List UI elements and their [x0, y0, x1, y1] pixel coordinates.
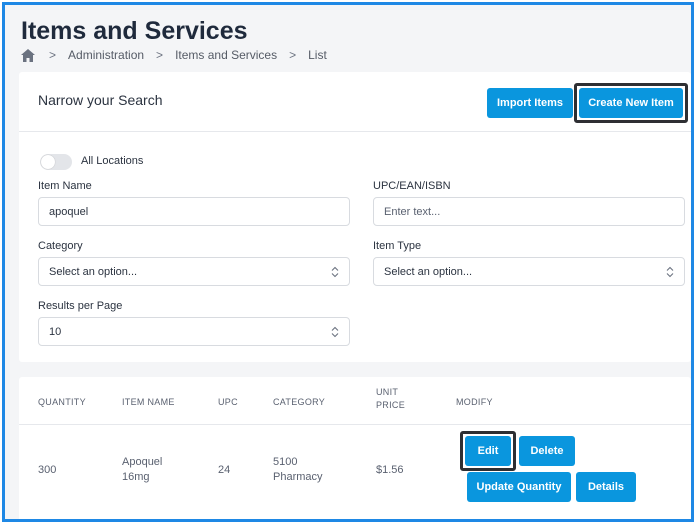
breadcrumb-separator: > — [49, 48, 57, 62]
select-chevron-icon — [331, 266, 339, 278]
details-button[interactable]: Details — [576, 472, 636, 502]
header-item-name: ITEM NAME — [122, 397, 175, 407]
all-locations-label: All Locations — [81, 155, 144, 167]
header-unit-price-line1: UNIT — [376, 387, 399, 397]
item-name-input[interactable]: apoquel — [38, 197, 350, 226]
header-upc: UPC — [218, 397, 238, 407]
cell-category-line2: Pharmacy — [273, 471, 323, 483]
update-quantity-button[interactable]: Update Quantity — [467, 472, 571, 502]
breadcrumb-item-list: List — [308, 48, 327, 62]
screenshot-frame: Items and Services > Administration > It… — [2, 2, 694, 522]
select-chevron-icon — [666, 266, 674, 278]
category-select[interactable]: Select an option... — [38, 257, 350, 286]
upc-label: UPC/EAN/ISBN — [373, 180, 451, 192]
category-select-value: Select an option... — [49, 265, 138, 278]
edit-button-highlight: Edit — [460, 431, 516, 471]
results-per-page-select[interactable]: 10 — [38, 317, 350, 346]
cell-quantity: 300 — [38, 464, 57, 476]
category-label: Category — [38, 240, 83, 252]
create-new-item-highlight: Create New Item — [574, 83, 688, 123]
page-title: Items and Services — [21, 17, 248, 45]
header-category: CATEGORY — [273, 397, 326, 407]
item-type-label: Item Type — [373, 240, 422, 252]
all-locations-toggle[interactable] — [40, 154, 72, 170]
cell-category-line1: 5100 — [273, 456, 298, 468]
breadcrumb-separator: > — [289, 48, 297, 62]
cell-unit-price: $1.56 — [376, 464, 404, 476]
item-name-label: Item Name — [38, 180, 92, 192]
item-type-select-value: Select an option... — [384, 265, 473, 278]
breadcrumb-item-items-and-services[interactable]: Items and Services — [175, 48, 277, 62]
search-card-header: Narrow your Search Import Items Create N… — [19, 72, 691, 132]
header-quantity: QUANTITY — [38, 397, 86, 407]
create-new-item-button[interactable]: Create New Item — [579, 88, 683, 118]
select-chevron-icon — [331, 326, 339, 338]
item-type-select[interactable]: Select an option... — [373, 257, 685, 286]
search-title: Narrow your Search — [38, 92, 163, 108]
cell-item-name-line1: Apoquel — [122, 456, 163, 468]
cell-upc: 24 — [218, 464, 231, 476]
search-card: Narrow your Search Import Items Create N… — [19, 72, 691, 362]
breadcrumb-item-administration[interactable]: Administration — [68, 48, 144, 62]
results-per-page-value: 10 — [49, 325, 62, 338]
edit-button[interactable]: Edit — [465, 436, 511, 466]
header-divider — [19, 424, 691, 425]
header-unit-price-line2: PRICE — [376, 400, 406, 410]
home-icon[interactable] — [21, 48, 35, 62]
breadcrumb: > Administration > Items and Services > … — [21, 48, 327, 62]
cell-item-name-line2: 16mg — [122, 471, 150, 483]
results-per-page-label: Results per Page — [38, 300, 123, 312]
delete-button[interactable]: Delete — [519, 436, 575, 466]
breadcrumb-separator: > — [156, 48, 164, 62]
upc-input[interactable]: Enter text... — [373, 197, 685, 226]
import-items-button[interactable]: Import Items — [487, 88, 573, 118]
header-modify: MODIFY — [456, 397, 493, 407]
toggle-knob — [41, 155, 55, 169]
